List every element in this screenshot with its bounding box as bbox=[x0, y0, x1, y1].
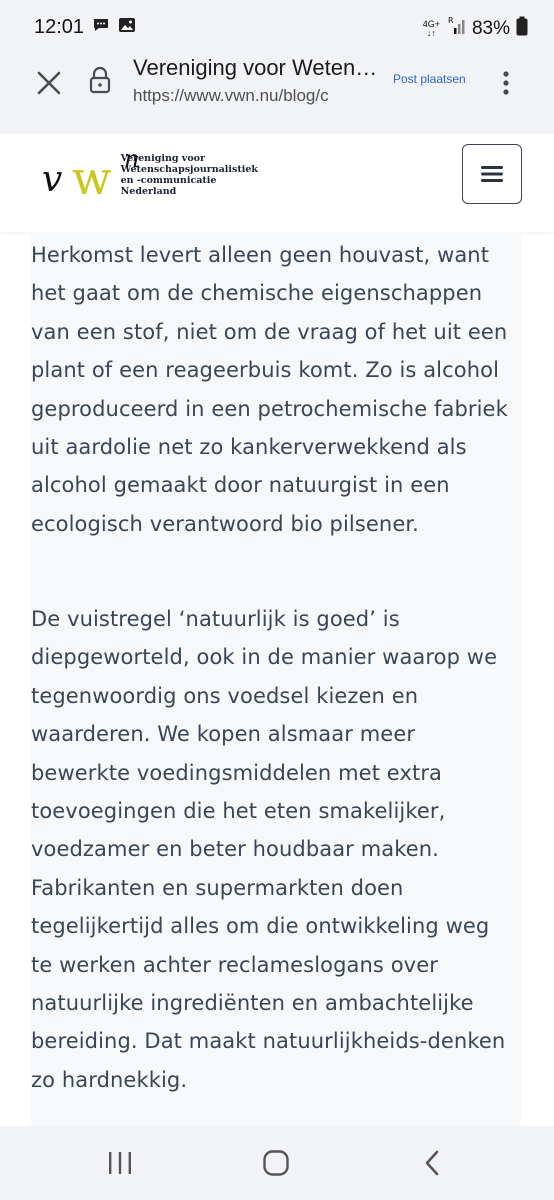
text-line: toevoegingen die het eten smakelijker, bbox=[31, 799, 446, 824]
logo-text-line: Wetenschapsjournalistiek bbox=[120, 164, 258, 175]
back-icon bbox=[425, 1150, 439, 1176]
recent-apps-icon bbox=[109, 1152, 131, 1174]
logo-letter-w: w bbox=[72, 151, 112, 205]
page-title: Vereniging voor Wetenschapsjournalistiek… bbox=[133, 55, 378, 80]
text-line: ecologisch verantwoord bio pilsener. bbox=[31, 511, 419, 536]
system-nav-bar bbox=[0, 1126, 554, 1200]
close-icon bbox=[37, 71, 61, 95]
data-arrows-icon: ↓↑ bbox=[426, 28, 436, 38]
logo-mark: v w n bbox=[30, 145, 139, 207]
logo-letter-v: v bbox=[42, 159, 63, 200]
status-bar: 12:01 4G+ ↓↑ R 83% bbox=[0, 0, 554, 54]
hamburger-icon bbox=[481, 166, 503, 182]
logo-text: Vereniging voor Wetenschapsjournalistiek… bbox=[121, 153, 258, 197]
more-options-button[interactable] bbox=[496, 66, 516, 100]
network-indicator: 4G+ ↓↑ bbox=[423, 20, 440, 38]
chat-bubble-icon bbox=[92, 16, 110, 39]
lock-icon bbox=[89, 66, 111, 94]
menu-button[interactable] bbox=[462, 144, 522, 204]
article-paragraph: De vuistregel ‘natuurlijk is goed’ is di… bbox=[31, 600, 505, 1099]
article-content: Herkomst levert alleen geen houvast, wan… bbox=[31, 232, 521, 1126]
more-vert-icon bbox=[503, 71, 509, 95]
text-line: diepgeworteld, ook in de manier waarop w… bbox=[31, 645, 498, 670]
text-line: voedzamer en beter houdbaar maken. bbox=[31, 837, 439, 862]
browser-toolbar: Vereniging voor Wetenschapsjournalistiek… bbox=[0, 54, 554, 135]
text-line: tegenwoordig ons voedsel kiezen en bbox=[31, 683, 419, 708]
recent-apps-button[interactable] bbox=[100, 1146, 140, 1180]
text-line: bewerkte voedingsmiddelen met extra bbox=[31, 760, 443, 785]
status-system-icons: 4G+ ↓↑ R 83% bbox=[423, 16, 528, 42]
status-time: 12:01 bbox=[34, 16, 85, 38]
text-line: natuurlijke ingrediënten en ambachtelijk… bbox=[31, 991, 474, 1016]
text-line: De vuistregel ‘natuurlijk is goed’ is bbox=[31, 607, 400, 631]
site-info-button[interactable] bbox=[88, 64, 112, 98]
site-logo[interactable]: v w n Vereniging voor Wetenschapsjournal… bbox=[30, 145, 258, 207]
battery-percent: 83% bbox=[471, 18, 510, 39]
text-line: van een stof, niet om de vraag of het ui… bbox=[31, 319, 508, 344]
text-line: zo hardnekkig. bbox=[31, 1067, 188, 1092]
text-line: het gaat om de chemische eigenschappen bbox=[31, 281, 483, 306]
text-line: te werken achter reclameslogans over bbox=[31, 952, 438, 977]
text-line: Fabrikanten en supermarkten doen bbox=[31, 875, 404, 900]
article-paragraph: Herkomst levert alleen geen houvast, wan… bbox=[31, 236, 508, 543]
text-line: plant of een reageerbuis komt. Zo is alc… bbox=[31, 358, 499, 383]
text-line: bereiding. Dat maakt natuurlijkheids-den… bbox=[31, 1029, 506, 1054]
logo-text-line: Vereniging voor bbox=[120, 153, 206, 164]
post-action-button[interactable]: Post plaatsen bbox=[393, 72, 466, 86]
logo-letter-n: n bbox=[124, 145, 140, 173]
image-icon bbox=[118, 16, 136, 39]
logo-text-line: Nederland bbox=[120, 186, 177, 197]
text-line: tegelijkertijd alles om die ontwikkeling… bbox=[31, 914, 490, 939]
text-line: uit aardolie net zo kankerverwekkend als bbox=[31, 435, 467, 460]
status-notification-icons bbox=[92, 16, 136, 39]
home-icon bbox=[263, 1150, 289, 1176]
close-tab-button[interactable] bbox=[32, 66, 66, 100]
site-header: v w n Vereniging voor Wetenschapsjournal… bbox=[0, 134, 554, 232]
svg-text:R: R bbox=[448, 16, 454, 25]
back-button[interactable] bbox=[412, 1146, 452, 1180]
page-url[interactable]: https://www.vwn.nu/blog/c bbox=[133, 86, 350, 106]
logo-text-line: en -communicatie bbox=[120, 175, 217, 186]
text-line: Herkomst levert alleen geen houvast, wan… bbox=[31, 243, 490, 267]
home-button[interactable] bbox=[256, 1146, 296, 1180]
text-line: waarderen. We kopen alsmaar meer bbox=[31, 722, 416, 747]
battery-icon bbox=[516, 16, 528, 42]
signal-icon: R bbox=[446, 16, 466, 42]
text-line: geproduceerd in een petrochemische fabri… bbox=[31, 396, 508, 421]
text-line: alcohol gemaakt door natuurgist in een bbox=[31, 473, 450, 498]
